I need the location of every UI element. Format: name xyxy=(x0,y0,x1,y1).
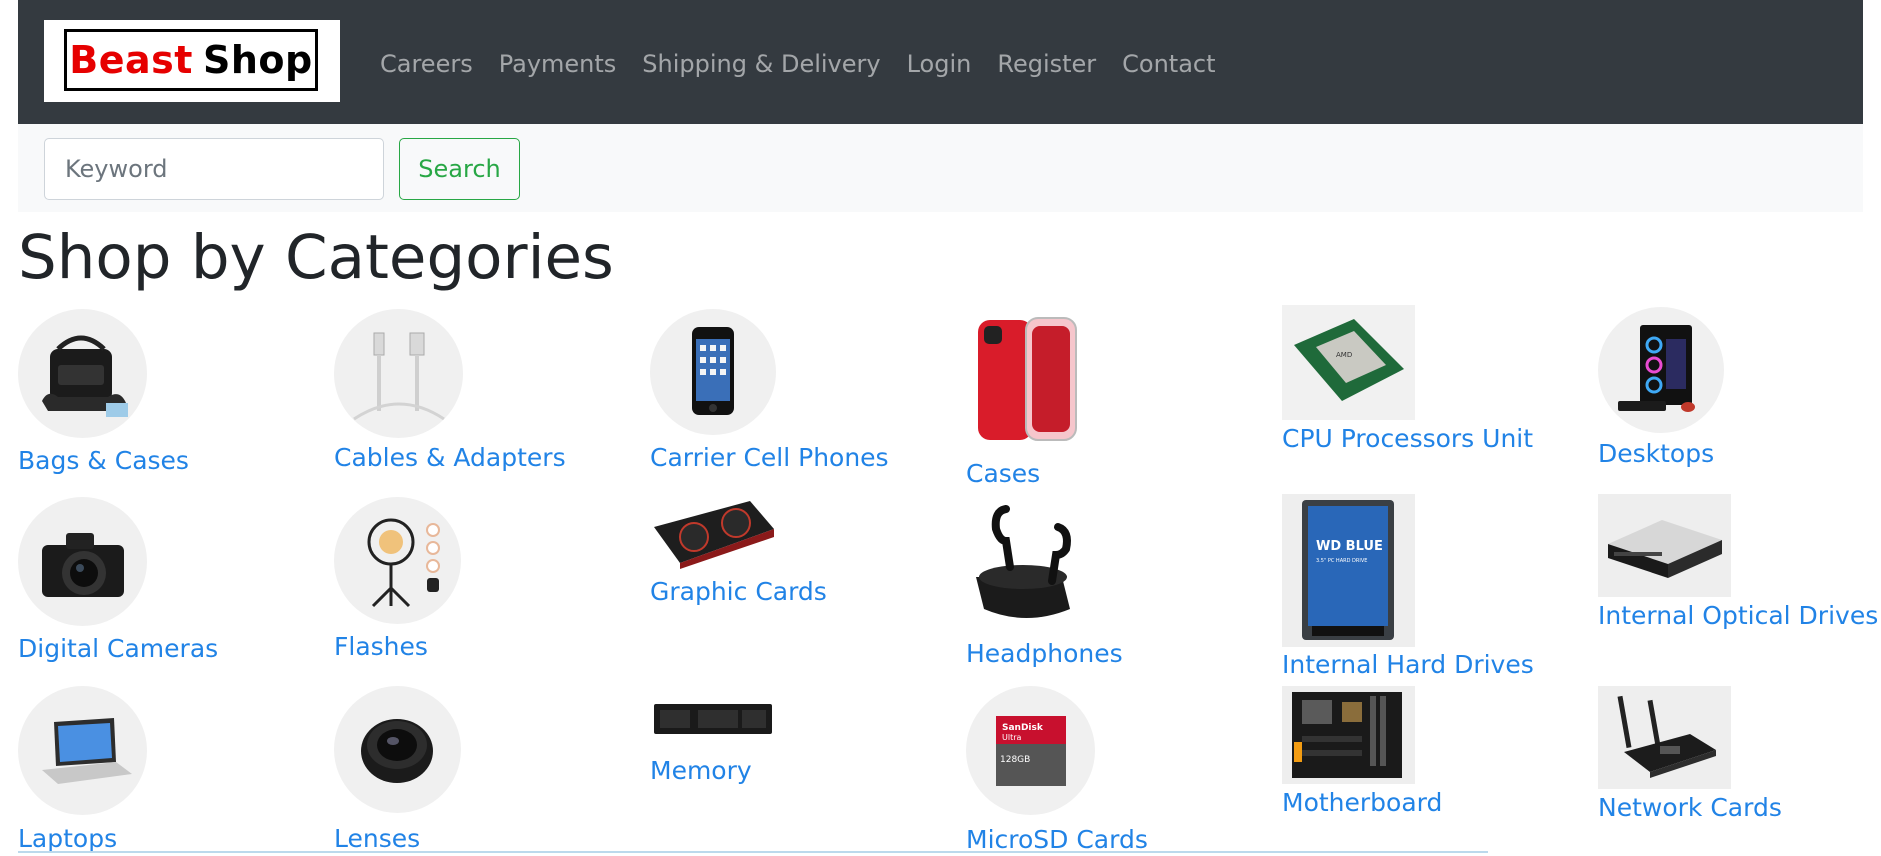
ring-light-icon xyxy=(334,497,461,624)
nav-link-login[interactable]: Login xyxy=(894,44,985,84)
category-microsd-cards[interactable]: SanDisk Ultra 128GB MicroSD Cards xyxy=(966,686,1226,856)
svg-text:AMD: AMD xyxy=(1336,351,1352,359)
category-label[interactable]: Memory xyxy=(650,755,752,787)
category-label[interactable]: Network Cards xyxy=(1598,792,1782,824)
category-headphones[interactable]: Headphones xyxy=(966,497,1226,677)
category-label[interactable]: CPU Processors Unit xyxy=(1282,423,1533,455)
nav-link-payments[interactable]: Payments xyxy=(486,44,630,84)
category-internal-hard-drives[interactable]: WD BLUE 3.5" PC HARD DRIVE Internal Hard… xyxy=(1282,494,1542,684)
nav-link-shipping-delivery[interactable]: Shipping & Delivery xyxy=(629,44,893,84)
usb-cable-icon xyxy=(334,309,463,438)
ssd-memory-icon xyxy=(650,698,776,740)
nav-link-register[interactable]: Register xyxy=(984,44,1109,84)
cpu-chip-icon: AMD xyxy=(1282,305,1415,420)
category-memory[interactable]: Memory xyxy=(650,698,910,798)
category-label[interactable]: Internal Optical Drives xyxy=(1598,600,1878,632)
top-navbar: Beast Shop Careers Payments Shipping & D… xyxy=(18,0,1863,124)
nav-link-contact[interactable]: Contact xyxy=(1109,44,1228,84)
laptop-icon xyxy=(18,686,147,815)
brand-word-shop: Shop xyxy=(202,38,313,82)
category-bags-cases[interactable]: Bags & Cases xyxy=(18,309,258,479)
category-cpu-processors-unit[interactable]: AMD CPU Processors Unit xyxy=(1282,305,1542,465)
search-button[interactable]: Search xyxy=(399,138,520,200)
category-label[interactable]: Desktops xyxy=(1598,438,1714,470)
graphics-card-icon xyxy=(650,497,776,571)
category-label[interactable]: Cables & Adapters xyxy=(334,442,566,474)
network-card-icon xyxy=(1598,686,1731,789)
nav-link-careers[interactable]: Careers xyxy=(380,44,486,84)
microsd-line-text: Ultra xyxy=(1002,733,1022,742)
page-title: Shop by Categories xyxy=(18,222,614,293)
category-carrier-cell-phones[interactable]: Carrier Cell Phones xyxy=(650,309,910,479)
category-label[interactable]: Digital Cameras xyxy=(18,633,218,665)
hdd-brand-text: WD BLUE xyxy=(1316,539,1383,554)
category-label[interactable]: Carrier Cell Phones xyxy=(650,442,889,474)
category-label[interactable]: Bags & Cases xyxy=(18,445,189,477)
brand-logo[interactable]: Beast Shop xyxy=(44,20,340,102)
hdd-sub-text: 3.5" PC HARD DRIVE xyxy=(1316,558,1367,564)
earbuds-icon xyxy=(966,497,1084,629)
nav-links: Careers Payments Shipping & Delivery Log… xyxy=(380,44,1229,84)
category-desktops[interactable]: Desktops xyxy=(1598,307,1858,477)
category-label[interactable]: Graphic Cards xyxy=(650,576,827,608)
hard-drive-icon: WD BLUE 3.5" PC HARD DRIVE xyxy=(1282,494,1415,647)
search-input[interactable] xyxy=(44,138,384,200)
category-digital-cameras[interactable]: Digital Cameras xyxy=(18,497,278,667)
desktop-tower-icon xyxy=(1598,307,1724,433)
category-label[interactable]: Headphones xyxy=(966,638,1123,670)
search-bar: Search xyxy=(18,124,1863,212)
category-network-cards[interactable]: Network Cards xyxy=(1598,686,1858,826)
category-cases[interactable]: Cases xyxy=(966,312,1226,492)
microsd-brand-text: SanDisk xyxy=(1002,723,1044,733)
category-label[interactable]: Cases xyxy=(966,458,1040,490)
category-label[interactable]: Motherboard xyxy=(1282,787,1442,819)
camera-icon xyxy=(18,497,147,626)
brand-word-beast: Beast xyxy=(69,38,193,82)
phone-case-icon xyxy=(966,312,1086,452)
category-laptops[interactable]: Laptops xyxy=(18,686,278,856)
camera-bag-icon xyxy=(18,309,147,438)
category-label[interactable]: Flashes xyxy=(334,631,428,663)
microsd-card-icon: SanDisk Ultra 128GB xyxy=(966,686,1095,815)
microsd-capacity-text: 128GB xyxy=(1000,755,1030,765)
category-lenses[interactable]: Lenses xyxy=(334,686,594,856)
lens-icon xyxy=(334,686,461,813)
category-graphic-cards[interactable]: Graphic Cards xyxy=(650,497,910,617)
category-label[interactable]: Internal Hard Drives xyxy=(1282,649,1534,681)
category-motherboard[interactable]: Motherboard xyxy=(1282,686,1542,826)
category-flashes[interactable]: Flashes xyxy=(334,497,594,667)
category-cables-adapters[interactable]: Cables & Adapters xyxy=(334,309,594,479)
smartphone-icon xyxy=(650,309,776,435)
optical-drive-icon xyxy=(1598,494,1731,597)
brand-logo-frame: Beast Shop xyxy=(64,29,318,91)
category-internal-optical-drives[interactable]: Internal Optical Drives xyxy=(1598,494,1878,644)
motherboard-icon xyxy=(1282,686,1415,784)
